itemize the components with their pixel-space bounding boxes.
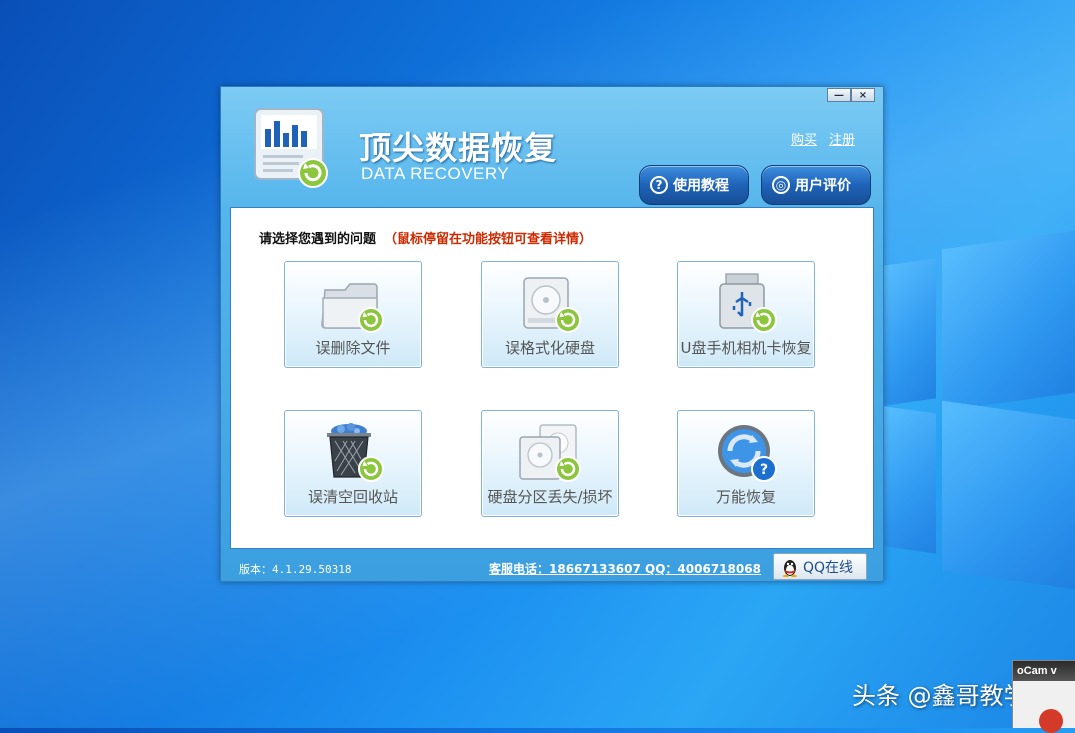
main-panel: 请选择您遇到的问题 （鼠标停留在功能按钮可查看详情） 误删除文件 误格式化硬盘 … bbox=[230, 207, 874, 549]
app-title: 顶尖数据恢复 bbox=[359, 129, 558, 167]
tile-usb-phone-camera[interactable]: U盘手机相机卡恢复 bbox=[677, 261, 815, 368]
windows-logo-pane-bl bbox=[884, 406, 936, 554]
windows-logo-pane-tr bbox=[942, 230, 1075, 412]
partition-recover-icon bbox=[519, 424, 581, 482]
status-bar: 版本：4.1.29.50318 客服电话：18667133607 QQ：4006… bbox=[221, 553, 883, 581]
universal-recover-icon: ? bbox=[718, 425, 777, 482]
review-icon: ◎ bbox=[772, 176, 790, 194]
tile-partition-lost[interactable]: 硬盘分区丢失/损坏 bbox=[481, 410, 619, 517]
recycle-bin-recover-icon bbox=[327, 423, 384, 482]
tile-label: 万能恢复 bbox=[715, 488, 776, 506]
buy-link[interactable]: 购买 bbox=[791, 129, 817, 148]
version-text: 版本：4.1.29.50318 bbox=[239, 563, 352, 576]
windows-logo-pane-br bbox=[942, 400, 1075, 590]
window-controls: — × bbox=[827, 88, 875, 102]
prompt-text: 请选择您遇到的问题 （鼠标停留在功能按钮可查看详情） bbox=[259, 228, 592, 247]
app-window: — × 顶尖数据恢复 DATA RECOVERY 购买 注册 ? 使用教程 ◎ … bbox=[220, 86, 884, 582]
tile-deleted-files[interactable]: 误删除文件 bbox=[284, 261, 422, 368]
record-icon[interactable] bbox=[1039, 709, 1063, 733]
contact-link[interactable]: 客服电话：18667133607 QQ：4006718068 bbox=[489, 560, 761, 577]
review-button[interactable]: ◎ 用户评价 bbox=[761, 165, 871, 205]
tile-recycle-bin[interactable]: 误清空回收站 bbox=[284, 410, 422, 517]
tile-label: 误清空回收站 bbox=[307, 488, 398, 506]
register-link[interactable]: 注册 bbox=[829, 129, 855, 148]
prompt-label: 请选择您遇到的问题 bbox=[259, 232, 377, 247]
windows-logo-pane-tl bbox=[884, 258, 936, 406]
qq-online-label: QQ在线 bbox=[803, 559, 854, 576]
qq-online-button[interactable]: QQ在线 bbox=[773, 553, 867, 580]
tile-universal-recovery[interactable]: ? 万能恢复 bbox=[677, 410, 815, 517]
watermark-text: 头条 @鑫哥教学 bbox=[852, 682, 1028, 710]
app-logo-icon bbox=[254, 108, 328, 188]
qq-penguin-icon bbox=[783, 559, 797, 577]
tile-formatted-disk[interactable]: 误格式化硬盘 bbox=[481, 261, 619, 368]
hint-text: （鼠标停留在功能按钮可查看详情） bbox=[384, 232, 593, 247]
usb-drive-recover-icon bbox=[719, 273, 777, 333]
question-icon: ? bbox=[650, 176, 668, 194]
tile-label: U盘手机相机卡恢复 bbox=[680, 339, 812, 357]
review-button-label: 用户评价 bbox=[795, 178, 851, 194]
top-links: 购买 注册 bbox=[791, 129, 855, 148]
ocam-title: oCam v bbox=[1013, 661, 1075, 681]
tutorial-button-label: 使用教程 bbox=[673, 178, 729, 194]
ocam-window[interactable]: oCam v bbox=[1012, 660, 1075, 733]
folder-recover-icon bbox=[321, 283, 384, 333]
tile-label: 误格式化硬盘 bbox=[504, 339, 595, 357]
harddisk-recover-icon bbox=[523, 277, 581, 333]
tile-label: 硬盘分区丢失/损坏 bbox=[487, 488, 613, 506]
close-button[interactable]: × bbox=[851, 88, 875, 102]
tile-label: 误删除文件 bbox=[315, 339, 391, 357]
svg-text:?: ? bbox=[760, 462, 768, 478]
app-subtitle: DATA RECOVERY bbox=[361, 164, 510, 183]
minimize-button[interactable]: — bbox=[827, 88, 851, 102]
tutorial-button[interactable]: ? 使用教程 bbox=[639, 165, 749, 205]
